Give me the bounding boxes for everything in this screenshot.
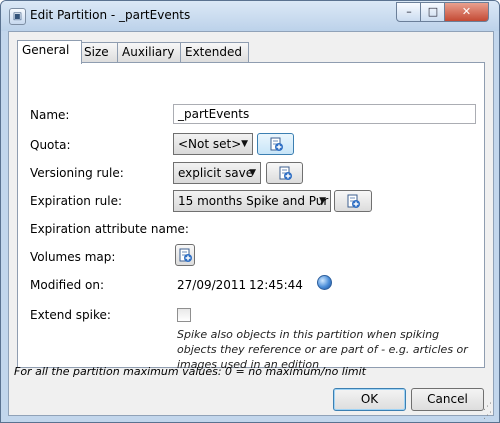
volumes-map-edit-button[interactable] [175, 244, 195, 266]
tab-extended[interactable]: Extended [180, 42, 249, 63]
window-icon: ▣ [9, 8, 26, 25]
title-bar[interactable]: ▣ Edit Partition - _partEvents – □ ✕ [1, 1, 499, 31]
edit-document-icon [179, 248, 192, 262]
quota-selected-value: <Not set> [178, 137, 242, 151]
cancel-button[interactable]: Cancel [411, 388, 484, 411]
extend-spike-checkbox[interactable] [177, 308, 191, 322]
quota-edit-button[interactable] [257, 133, 294, 155]
versioning-rule-selected-value: explicit save [178, 166, 254, 180]
extend-spike-label: Extend spike: [30, 308, 111, 322]
minimize-button[interactable]: – [396, 2, 422, 22]
tab-auxiliary[interactable]: Auxiliary [117, 42, 183, 63]
window-title: Edit Partition - _partEvents [30, 8, 191, 22]
dialog-client-area: General Size Auxiliary Extended Name: _p… [8, 31, 494, 421]
versioning-rule-label: Versioning rule: [30, 166, 124, 180]
close-button[interactable]: ✕ [444, 2, 489, 22]
modified-date: 27/09/2011 [177, 278, 247, 292]
quota-dropdown[interactable]: <Not set> ▼ [173, 133, 253, 155]
expiration-rule-selected-value: 15 months Spike and Pur [178, 194, 329, 208]
chevron-down-icon: ▼ [241, 139, 248, 149]
expiration-attribute-label: Expiration attribute name: [30, 222, 189, 236]
maximum-values-note: For all the partition maximum values: 0 … [14, 365, 366, 378]
quota-label: Quota: [30, 138, 71, 152]
modified-on-label: Modified on: [30, 278, 105, 292]
chevron-down-icon: ▼ [319, 196, 326, 206]
versioning-rule-edit-button[interactable] [266, 162, 303, 184]
expiration-rule-label: Expiration rule: [30, 194, 123, 208]
ok-button[interactable]: OK [333, 388, 406, 411]
tab-size[interactable]: Size [79, 42, 118, 63]
chevron-down-icon: ▼ [249, 168, 256, 178]
edit-document-icon [279, 166, 292, 180]
resize-grip-icon[interactable]: ⋰ ⋰ [483, 403, 492, 421]
maximize-button[interactable]: □ [420, 2, 446, 22]
globe-info-icon[interactable] [317, 275, 332, 290]
tab-general[interactable]: General [17, 40, 82, 64]
edit-partition-dialog: ▣ Edit Partition - _partEvents – □ ✕ Gen… [0, 0, 500, 423]
general-tab-panel: Name: _partEvents Quota: <Not set> ▼ Ver… [17, 62, 485, 371]
volumes-map-label: Volumes map: [30, 250, 116, 264]
edit-document-icon [347, 194, 360, 208]
expiration-rule-dropdown[interactable]: 15 months Spike and Pur ▼ [173, 190, 331, 212]
name-input[interactable]: _partEvents [173, 104, 476, 124]
expiration-rule-edit-button[interactable] [334, 190, 372, 212]
modified-time: 12:45:44 [249, 278, 303, 292]
name-label: Name: [30, 108, 70, 122]
versioning-rule-dropdown[interactable]: explicit save ▼ [173, 162, 261, 184]
edit-document-icon [270, 137, 283, 151]
